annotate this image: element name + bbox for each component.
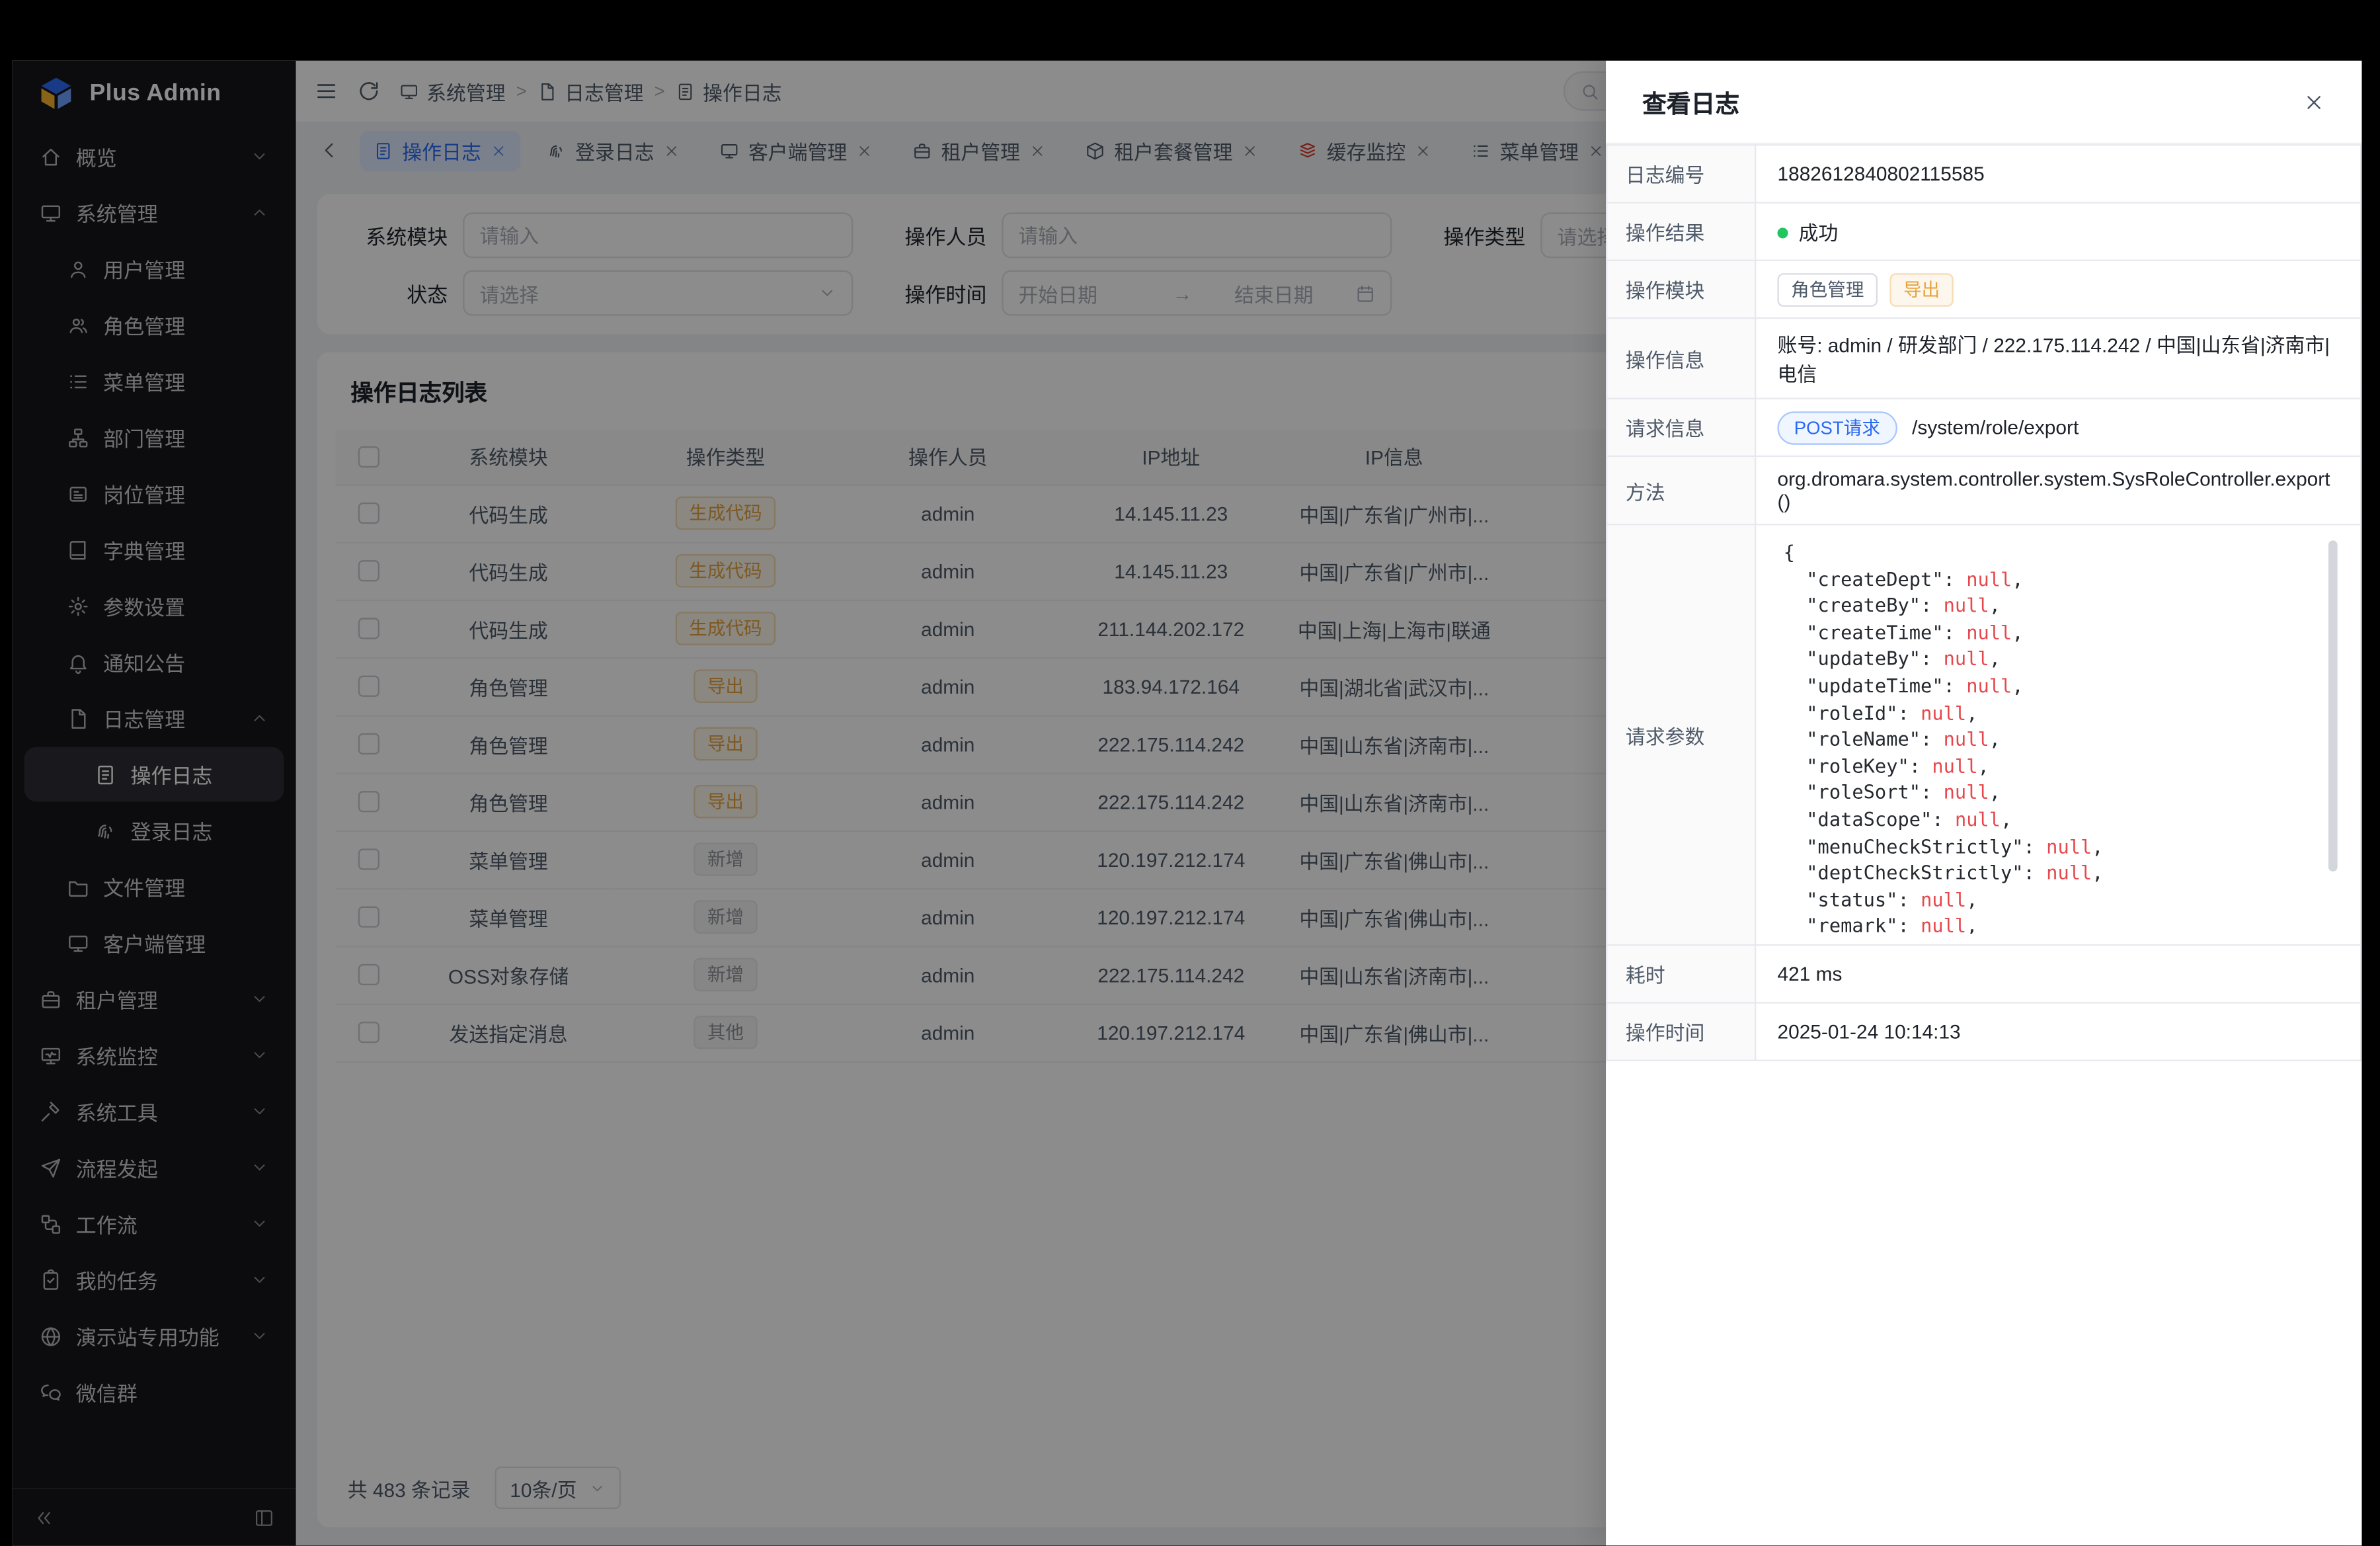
log-detail-table: 日志编号 1882612840802115585 操作结果 成功 操作模块 角色… (1606, 144, 2361, 1061)
drawer-header: 查看日志 (1606, 61, 2361, 144)
detail-row-info: 操作信息 账号: admin / 研发部门 / 222.175.114.242 … (1606, 318, 2361, 399)
field-label: 操作信息 (1606, 318, 1755, 399)
time-value: 2025-01-24 10:14:13 (1755, 1002, 2361, 1060)
detail-row-cost: 耗时 421 ms (1606, 945, 2361, 1002)
field-label: 操作模块 (1606, 261, 1755, 318)
success-dot (1777, 227, 1788, 238)
result-value: 成功 (1755, 203, 2361, 261)
module-tags: 角色管理导出 (1755, 261, 2361, 318)
detail-row-method: 方法 org.dromara.system.controller.system.… (1606, 456, 2361, 524)
view-log-drawer: 查看日志 日志编号 1882612840802115585 操作结果 成功 操作… (1606, 61, 2361, 1545)
json-viewer: { "createDept": null, "createBy": null, … (1777, 536, 2338, 934)
cost-value: 421 ms (1755, 945, 2361, 1002)
method-value: org.dromara.system.controller.system.Sys… (1755, 456, 2361, 524)
operation-info-value: 账号: admin / 研发部门 / 222.175.114.242 / 中国|… (1755, 318, 2361, 399)
field-label: 操作结果 (1606, 203, 1755, 261)
json-content: { "createDept": null, "createBy": null, … (1784, 539, 2333, 934)
field-label: 请求参数 (1606, 524, 1755, 945)
detail-row-time: 操作时间 2025-01-24 10:14:13 (1606, 1002, 2361, 1060)
field-label: 操作时间 (1606, 1002, 1755, 1060)
field-label: 方法 (1606, 456, 1755, 524)
status-badge: 成功 (1799, 222, 1839, 244)
request-url: /system/role/export (1912, 415, 2079, 438)
detail-row-result: 操作结果 成功 (1606, 203, 2361, 261)
request-value: POST请求/system/role/export (1755, 399, 2361, 456)
json-scrollbar (2328, 540, 2338, 926)
detail-row-module: 操作模块 角色管理导出 (1606, 261, 2361, 318)
request-params-value: { "createDept": null, "createBy": null, … (1755, 524, 2361, 945)
screen: Plus Admin 概览系统管理用户管理角色管理菜单管理部门管理岗位管理字典管… (0, 0, 2380, 1545)
detail-row-params: 请求参数 { "createDept": null, "createBy": n… (1606, 524, 2361, 945)
field-label: 日志编号 (1606, 145, 1755, 202)
detail-row-log-id: 日志编号 1882612840802115585 (1606, 145, 2361, 202)
module-tag: 角色管理 (1777, 272, 1878, 306)
field-label: 请求信息 (1606, 399, 1755, 456)
drawer-title: 查看日志 (1642, 83, 1739, 120)
log-id-value: 1882612840802115585 (1755, 145, 2361, 202)
close-icon[interactable] (2303, 91, 2325, 113)
field-label: 耗时 (1606, 945, 1755, 1002)
post-method-badge: POST请求 (1777, 411, 1897, 444)
close-icon (2303, 91, 2325, 113)
scrollbar-thumb[interactable] (2328, 540, 2338, 872)
detail-row-request: 请求信息 POST请求/system/role/export (1606, 399, 2361, 456)
module-tag: 导出 (1889, 272, 1953, 306)
